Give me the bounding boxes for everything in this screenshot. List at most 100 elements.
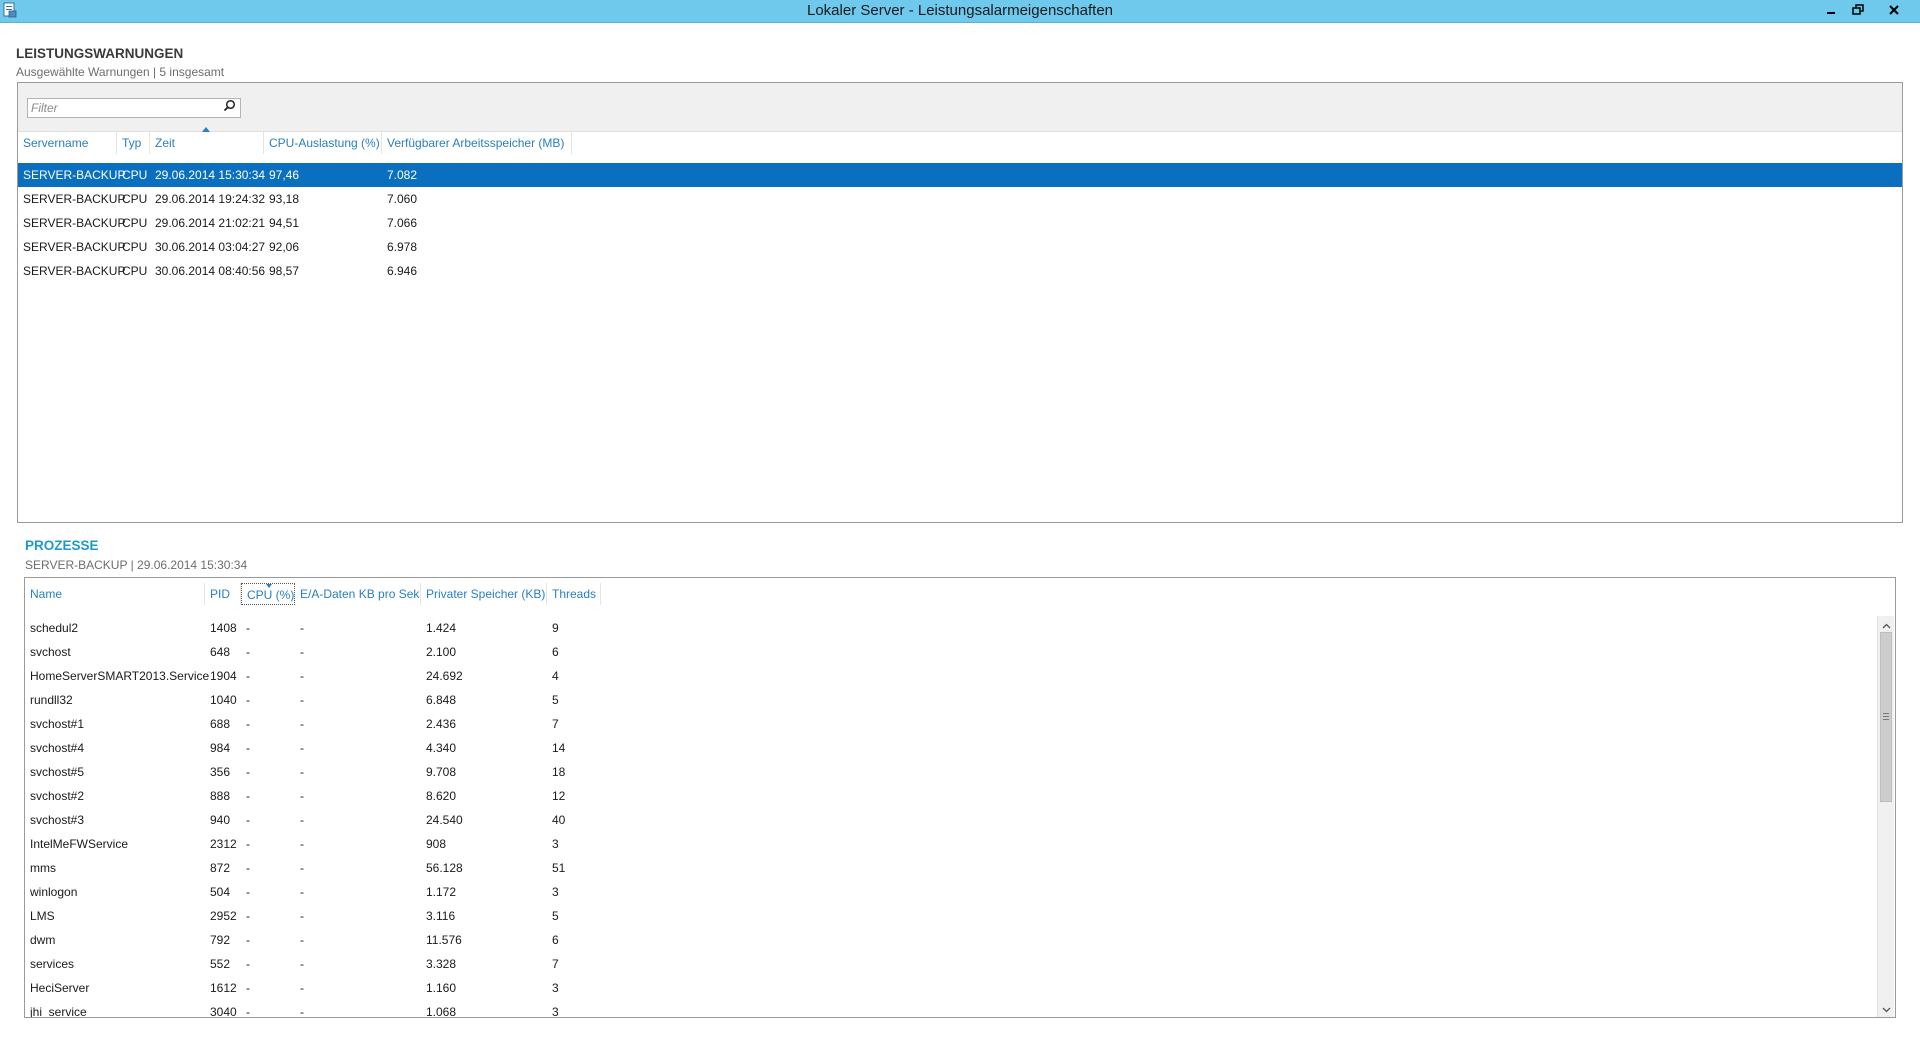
table-row[interactable]: HeciServer 1612- -1.160 3 (25, 976, 1878, 1000)
table-row[interactable]: LMS 2952- -3.116 5 (25, 904, 1878, 928)
column-header-threads[interactable]: Threads (547, 583, 601, 605)
table-row[interactable]: jhi_service 3040- -1.068 3 (25, 1000, 1878, 1017)
cell-name: svchost#3 (30, 813, 85, 827)
cell-pid: 872 (210, 861, 231, 875)
table-row[interactable]: svchost#2 888 - - 8.620 12 (25, 784, 1878, 808)
cell-threads: 7 (552, 717, 559, 731)
processes-scrollbar[interactable] (1877, 616, 1894, 1017)
table-row[interactable]: SERVER-BACKUP CPU 29.06.2014 21:02:21 94,51… (18, 211, 1902, 235)
table-row[interactable]: HomeServerSMART2013.Service 1904- -24.692 4 (25, 664, 1878, 688)
table-row[interactable]: SERVER-BACKUP CPU 29.06.2014 15:30:34 97,46… (18, 163, 1902, 187)
filter-input[interactable] (29, 100, 211, 116)
cell-io: - (300, 765, 304, 779)
cell-io: - (300, 933, 304, 947)
table-row[interactable]: mms 872 - - 56.128 51 (25, 856, 1878, 880)
table-row[interactable]: SERVER-BACKUP CPU 30.06.2014 08:40:56 98,57… (18, 259, 1902, 283)
cell-server: SERVER-BACKUP (23, 264, 126, 278)
column-header-zeit-label: Zeit (155, 136, 176, 150)
column-header-name[interactable]: Name (25, 583, 205, 605)
table-row[interactable]: svchost#4 984 - - 4.340 14 (25, 736, 1878, 760)
cell-cpu: - (246, 645, 250, 659)
cell-threads: 3 (552, 837, 559, 851)
cell-name: rundll32 (30, 693, 73, 707)
restore-button[interactable] (1845, 1, 1871, 18)
table-row[interactable]: SERVER-BACKUP CPU 30.06.2014 03:04:27 92,06… (18, 235, 1902, 259)
processes-rows: schedul2 1408- -1.424 9 svchost 648- -2.100 6 Ho… (25, 616, 1878, 1017)
warnings-table: Servername Typ Zeit CPU-Auslastung (%) V… (17, 82, 1903, 523)
column-header-arbeitsspeicher[interactable]: Verfügbarer Arbeitsspeicher (MB) (382, 132, 572, 154)
cell-pid: 1612 (210, 981, 237, 995)
column-header-cpu[interactable]: CPU (%) (241, 583, 295, 605)
table-row[interactable]: svchost#3 940 - - 24.540 40 (25, 808, 1878, 832)
cell-mem: 8.620 (426, 789, 457, 803)
cell-server: SERVER-BACKUP (23, 192, 126, 206)
cell-name: mms (30, 861, 56, 875)
cell-pid: 888 (210, 789, 231, 803)
cell-mem: 2.436 (426, 717, 457, 731)
cell-cpu: - (246, 621, 250, 635)
cell-cpu: 97,46 (269, 168, 300, 182)
cell-cpu: - (246, 669, 250, 683)
cell-cpu: 94,51 (269, 216, 300, 230)
cell-io: - (300, 813, 304, 827)
scroll-up-button[interactable] (1878, 616, 1894, 633)
table-row[interactable]: winlogon 504 - - 1.172 3 (25, 880, 1878, 904)
cell-cpu: 98,57 (269, 264, 300, 278)
table-row[interactable]: services 552 - - 3.328 7 (25, 952, 1878, 976)
cell-name: svchost (30, 645, 71, 659)
warnings-header-row: Servername Typ Zeit CPU-Auslastung (%) V… (18, 127, 1902, 154)
cell-mem: 9.708 (426, 765, 457, 779)
cell-memory: 6.978 (387, 240, 418, 254)
close-button[interactable] (1872, 1, 1916, 18)
table-row[interactable]: svchost#1 688 - - 2.436 7 (25, 712, 1878, 736)
cell-pid: 2312 (210, 837, 237, 851)
cell-cpu: - (246, 981, 250, 995)
cell-threads: 9 (552, 621, 559, 635)
search-button[interactable] (221, 99, 238, 116)
column-header-servername[interactable]: Servername (18, 132, 117, 154)
cell-pid: 552 (210, 957, 231, 971)
scroll-down-button[interactable] (1878, 1000, 1894, 1017)
table-row[interactable]: IntelMeFWService 2312- -908 3 (25, 832, 1878, 856)
table-row[interactable]: SERVER-BACKUP CPU 29.06.2014 19:24:32 93,18… (18, 187, 1902, 211)
cell-name: svchost#4 (30, 741, 85, 755)
processes-header-row: Name PID CPU (%) E/A-Daten KB pro Sek. P… (25, 583, 1895, 605)
minimize-button[interactable] (1818, 1, 1844, 18)
cell-io: - (300, 717, 304, 731)
close-icon (1888, 4, 1900, 16)
cell-io: - (300, 981, 304, 995)
cell-cpu: - (246, 789, 250, 803)
column-header-pid[interactable]: PID (205, 583, 241, 605)
cell-cpu: - (246, 861, 250, 875)
cell-time: 29.06.2014 21:02:21 (155, 216, 266, 230)
table-row[interactable]: dwm 792 - - 11.576 6 (25, 928, 1878, 952)
table-row[interactable]: schedul2 1408- -1.424 9 (25, 616, 1878, 640)
cell-io: - (300, 957, 304, 971)
column-header-privater-speicher[interactable]: Privater Speicher (KB) (421, 583, 547, 605)
column-header-cpu-auslastung[interactable]: CPU-Auslastung (%) (264, 132, 382, 154)
table-row[interactable]: svchost#5 356 - - 9.708 18 (25, 760, 1878, 784)
cell-name: services (30, 957, 75, 971)
cell-type: CPU (122, 216, 148, 230)
restore-icon (1852, 3, 1864, 16)
cell-cpu: 93,18 (269, 192, 300, 206)
cell-cpu: 92,06 (269, 240, 300, 254)
cell-memory: 7.066 (387, 216, 418, 230)
cell-type: CPU (122, 168, 148, 182)
cell-threads: 18 (552, 765, 566, 779)
table-row[interactable]: svchost 648 - - 2.100 6 (25, 640, 1878, 664)
column-header-zeit[interactable]: Zeit (150, 127, 264, 154)
chevron-down-icon (1882, 1000, 1891, 1018)
title-bar: Lokaler Server - Leistungsalarmeigenscha… (0, 0, 1920, 23)
column-header-ea-daten[interactable]: E/A-Daten KB pro Sek. (295, 583, 421, 605)
column-header-typ[interactable]: Typ (117, 132, 150, 154)
scroll-thumb[interactable] (1880, 632, 1892, 802)
processes-section-subtitle: SERVER-BACKUP | 29.06.2014 15:30:34 (25, 558, 248, 572)
cell-pid: 1904 (210, 669, 237, 683)
table-row[interactable]: rundll32 1040- -6.848 5 (25, 688, 1878, 712)
cell-mem: 24.692 (426, 669, 463, 683)
cell-type: CPU (122, 264, 148, 278)
cell-threads: 5 (552, 693, 559, 707)
cell-name: LMS (30, 909, 55, 923)
cell-mem: 908 (426, 837, 447, 851)
